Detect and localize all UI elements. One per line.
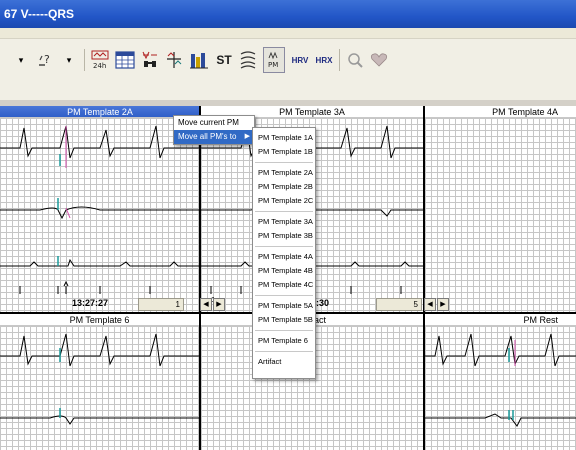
menu-bar <box>0 28 576 38</box>
bar-chart-icon[interactable] <box>189 47 209 73</box>
panel-title[interactable]: PM Template 2A <box>0 106 200 118</box>
panel-pm-template-2a[interactable]: PM Template 2A <box>0 106 200 312</box>
submenu-item[interactable]: PM Template 4A <box>253 250 315 264</box>
ecg-trace <box>0 125 200 294</box>
dropdown-arrow-icon-2[interactable]: ▾ <box>60 47 78 73</box>
submenu-item[interactable]: PM Template 2A <box>253 166 315 180</box>
submenu-item[interactable]: PM Template 3A <box>253 215 315 229</box>
zoom-icon[interactable] <box>346 47 364 73</box>
st-button[interactable]: ST <box>215 47 233 73</box>
status-row: 13:27:27 1 ◀ ▶ :30 5 ◀ ▶ <box>8 298 449 312</box>
window-title: 67 V-----QRS <box>0 0 576 28</box>
submenu: PM Template 1A PM Template 1B PM Templat… <box>252 127 316 379</box>
submenu-item[interactable]: Artifact <box>253 355 315 369</box>
submenu-item[interactable]: PM Template 5A <box>253 299 315 313</box>
svg-text:?: ? <box>44 53 50 66</box>
calendar-grid-icon[interactable] <box>115 47 135 73</box>
panel-pm-template-6[interactable]: PM Template 6 <box>0 314 199 450</box>
dropdown-arrow-icon[interactable]: ▾ <box>12 47 30 73</box>
prev-button[interactable]: ◀ <box>200 298 212 311</box>
submenu-item[interactable]: PM Template 2C <box>253 194 315 208</box>
ecg-trace <box>0 333 199 425</box>
panel-pm-rest[interactable]: PM Rest <box>425 314 576 450</box>
context-menu: Move current PM to... Move all PM's to ▶ <box>173 115 255 145</box>
submenu-item[interactable]: PM Template 1A <box>253 131 315 145</box>
submenu-item[interactable]: PM Template 4B <box>253 264 315 278</box>
submenu-arrow-icon: ▶ <box>244 133 250 140</box>
timestamp: :30 <box>316 298 330 308</box>
panel-title[interactable]: PM Template 4A <box>425 106 576 118</box>
svg-text:PM: PM <box>268 61 278 69</box>
submenu-item[interactable]: PM Template 3B <box>253 229 315 243</box>
24h-icon[interactable]: 24h <box>91 47 109 73</box>
submenu-item[interactable]: PM Template 4C <box>253 278 315 292</box>
multi-trace-icon[interactable] <box>239 47 257 73</box>
toolbar: ▾ ? ▾ 24h ST PM HRV HRX <box>0 38 576 100</box>
submenu-item[interactable]: PM Template 5B <box>253 313 315 327</box>
prev-button[interactable]: ◀ <box>424 298 436 311</box>
panel-title[interactable]: PM Template 6 <box>0 314 199 326</box>
heart-icon[interactable] <box>370 47 388 73</box>
panel-pm-template-4a[interactable]: PM Template 4A <box>425 106 576 312</box>
binoculars-icon[interactable] <box>141 47 159 73</box>
submenu-item[interactable]: PM Template 2B <box>253 180 315 194</box>
magnify-help-icon[interactable]: ? <box>36 47 54 73</box>
timestamp: 13:27:27 <box>72 298 109 308</box>
menu-item-move-all[interactable]: Move all PM's to ▶ <box>174 130 254 144</box>
ecg-trace <box>425 333 576 427</box>
split-view-icon[interactable] <box>165 47 183 73</box>
hrx-button[interactable]: HRX <box>315 47 333 73</box>
panel-title[interactable]: PM Rest <box>425 314 576 326</box>
menu-item-move-current[interactable]: Move current PM to... <box>174 116 254 141</box>
submenu-item[interactable]: PM Template 6 <box>253 334 315 348</box>
page-indicator: 1 <box>138 298 184 311</box>
hrv-button[interactable]: HRV <box>291 47 309 73</box>
next-button[interactable]: ▶ <box>437 298 449 311</box>
svg-text:24h: 24h <box>93 62 106 70</box>
page-indicator: 5 <box>376 298 422 311</box>
next-button[interactable]: ▶ <box>213 298 225 311</box>
submenu-item[interactable]: PM Template 1B <box>253 145 315 159</box>
pm-button[interactable]: PM <box>263 47 285 73</box>
